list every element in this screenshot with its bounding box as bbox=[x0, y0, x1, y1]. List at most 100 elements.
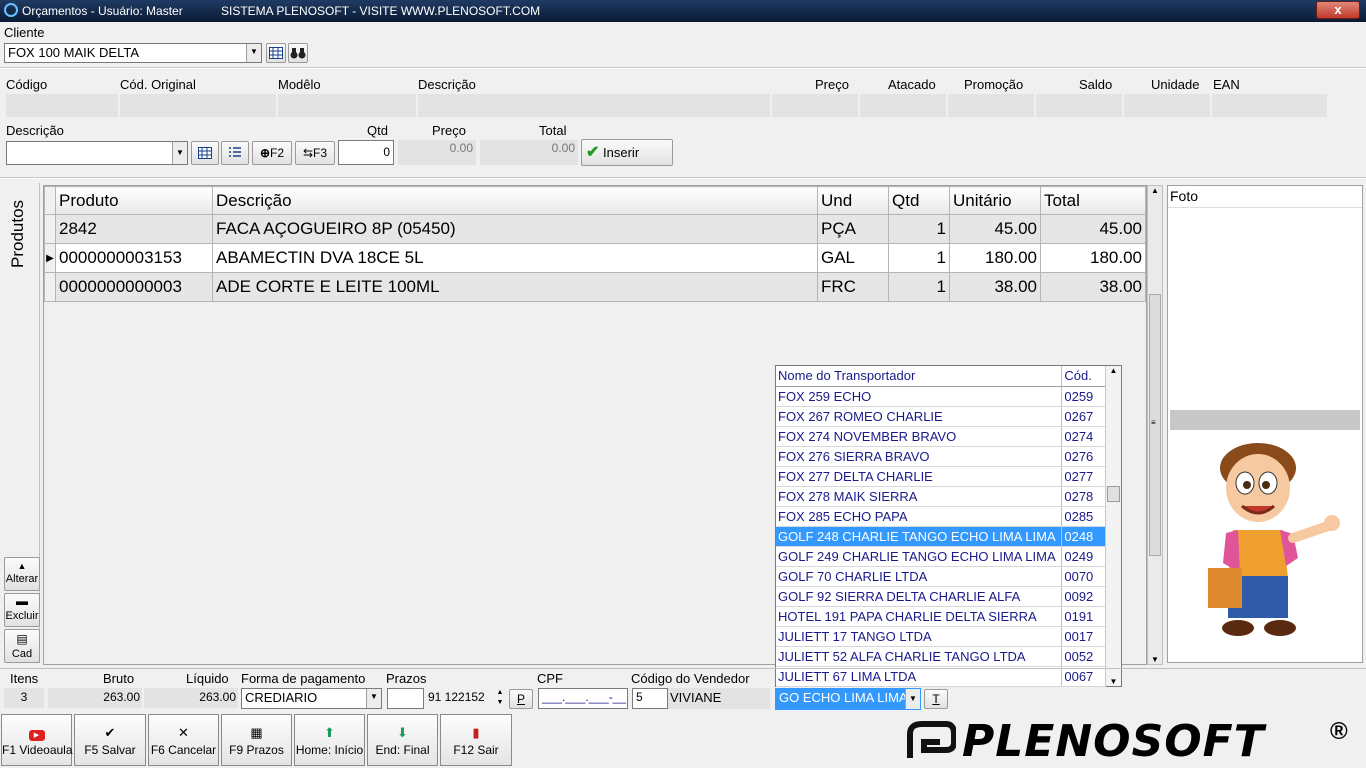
grid-scrollbar[interactable]: ▲ ≡ ▼ bbox=[1147, 185, 1163, 665]
vendedor-code-input[interactable]: 5 bbox=[632, 688, 668, 709]
excluir-button[interactable]: ▬ Excluir bbox=[4, 593, 40, 627]
foto-panel: Foto bbox=[1167, 185, 1363, 663]
field-label-descricao: Descrição bbox=[418, 77, 476, 92]
chevron-down-icon[interactable]: ▼ bbox=[246, 44, 261, 62]
alterar-button[interactable]: ▲ Alterar bbox=[4, 557, 40, 591]
transportador-code: 0278 bbox=[1061, 486, 1106, 507]
col-total[interactable]: Total bbox=[1040, 186, 1146, 215]
prazos-p-button[interactable]: P bbox=[509, 689, 533, 709]
list-item[interactable]: FOX 285 ECHO PAPA 0285 bbox=[776, 506, 1106, 527]
list-item[interactable]: FOX 259 ECHO 0259 bbox=[776, 386, 1106, 407]
app-icon bbox=[4, 3, 18, 17]
prazos-input[interactable] bbox=[387, 688, 424, 709]
list-item[interactable]: FOX 278 MAIK SIERRA 0278 bbox=[776, 486, 1106, 507]
alterar-label: Alterar bbox=[5, 573, 39, 585]
transportador-t-button[interactable]: T bbox=[924, 689, 948, 709]
form-icon: ▤ bbox=[16, 632, 28, 646]
col-und[interactable]: Und bbox=[817, 186, 889, 215]
col-descricao[interactable]: Descrição bbox=[212, 186, 818, 215]
spin-down-icon[interactable]: ▼ bbox=[494, 698, 506, 708]
home-inicio-button[interactable]: ⬆ Home: Início bbox=[294, 714, 365, 766]
list-item[interactable]: JULIETT 17 TANGO LTDA 0017 bbox=[776, 626, 1106, 647]
registered-mark: ® bbox=[1330, 718, 1348, 745]
cliente-search-button[interactable] bbox=[288, 43, 308, 63]
plenosoft-logo: PLENOSOFT ® bbox=[906, 716, 1362, 767]
cliente-list-button[interactable] bbox=[266, 43, 286, 63]
chevron-down-icon[interactable]: ▼ bbox=[366, 689, 381, 708]
list-item[interactable]: FOX 276 SIERRA BRAVO 0276 bbox=[776, 446, 1106, 467]
transportador-code: 0052 bbox=[1061, 646, 1106, 667]
descricao-combo[interactable]: ▼ bbox=[6, 141, 188, 165]
cpf-input[interactable]: ___.___.___-__ bbox=[538, 688, 628, 709]
search-f2-button[interactable]: ⊕F2 bbox=[252, 141, 292, 165]
f1-label: F1 Videoaula bbox=[2, 743, 73, 757]
transportador-name: GOLF 248 CHARLIE TANGO ECHO LIMA LIMA bbox=[776, 526, 1063, 547]
spin-up-icon[interactable]: ▲ bbox=[494, 688, 506, 698]
list-item[interactable]: HOTEL 191 PAPA CHARLIE DELTA SIERRA 0191 bbox=[776, 606, 1106, 627]
chevron-down-icon[interactable]: ▼ bbox=[172, 142, 187, 164]
total-value: 0.00 bbox=[480, 140, 578, 165]
window-banner: SISTEMA PLENOSOFT - VISITE WWW.PLENOSOFT… bbox=[221, 4, 541, 18]
field-cod-original bbox=[120, 94, 276, 117]
list-item[interactable]: GOLF 70 CHARLIE LTDA 0070 bbox=[776, 566, 1106, 587]
inserir-button[interactable]: ✔ Inserir bbox=[581, 139, 673, 166]
scroll-down-icon[interactable]: ▼ bbox=[1148, 655, 1162, 664]
list-item[interactable]: JULIETT 52 ALFA CHARLIE TANGO LTDA 0052 bbox=[776, 646, 1106, 667]
binoculars-icon: ⊕ bbox=[259, 146, 271, 160]
list-item[interactable]: FOX 274 NOVEMBER BRAVO 0274 bbox=[776, 426, 1106, 447]
f12-sair-button[interactable]: ▮ F12 Sair bbox=[440, 714, 512, 766]
table-row[interactable]: ▶ 0000000003153 ABAMECTIN DVA 18CE 5L GA… bbox=[44, 243, 1146, 273]
list-item[interactable]: GOLF 248 CHARLIE TANGO ECHO LIMA LIMA 024… bbox=[776, 526, 1106, 547]
transportador-name: FOX 277 DELTA CHARLIE bbox=[776, 466, 1063, 487]
col-produto[interactable]: Produto bbox=[55, 186, 213, 215]
close-button[interactable]: x bbox=[1316, 1, 1360, 19]
preco-value: 0.00 bbox=[398, 140, 476, 165]
transportador-name: FOX 278 MAIK SIERRA bbox=[776, 486, 1063, 507]
prazos-label: Prazos bbox=[386, 671, 427, 686]
mascot-icon bbox=[1208, 443, 1340, 636]
forma-pagamento-label: Forma de pagamento bbox=[241, 671, 366, 686]
produtos-tab[interactable]: Produtos bbox=[8, 200, 28, 268]
cell-qtd: 1 bbox=[888, 214, 950, 244]
descricao-label: Descrição bbox=[6, 123, 64, 138]
transportador-combo[interactable]: GO ECHO LIMA LIMA ▼ bbox=[775, 688, 921, 710]
col-unitario[interactable]: Unitário bbox=[949, 186, 1041, 215]
product-detail-button[interactable] bbox=[221, 141, 249, 165]
transportador-dropdown[interactable]: Nome do Transportador Cód. FOX 259 ECHO 0… bbox=[775, 365, 1122, 687]
field-ean bbox=[1212, 94, 1327, 117]
field-label-codigo: Código bbox=[6, 77, 48, 92]
cliente-select[interactable]: FOX 100 MAIK DELTA ▼ bbox=[4, 43, 262, 63]
end-final-button[interactable]: ⬇ End: Final bbox=[367, 714, 438, 766]
transportador-name: JULIETT 17 TANGO LTDA bbox=[776, 626, 1063, 647]
f9-prazos-button[interactable]: ▦ F9 Prazos bbox=[221, 714, 292, 766]
f1-videoaula-button[interactable]: ▶ F1 Videoaula bbox=[1, 714, 73, 766]
f6-cancelar-button[interactable]: ✕ F6 Cancelar bbox=[148, 714, 219, 766]
scroll-up-icon[interactable]: ▲ bbox=[1106, 366, 1121, 375]
home-label: Home: Início bbox=[295, 743, 364, 757]
chevron-down-icon[interactable]: ▼ bbox=[905, 689, 920, 709]
table-row[interactable]: 2842 FACA AÇOGUEIRO 8P (05450) PÇA 1 45.… bbox=[44, 214, 1146, 244]
products-table: Produto Descrição Und Qtd Unitário Total… bbox=[44, 186, 1146, 302]
qtd-input[interactable]: 0 bbox=[338, 140, 394, 165]
table-row[interactable]: 0000000000003 ADE CORTE E LEITE 100ML FR… bbox=[44, 272, 1146, 302]
separator bbox=[0, 177, 1366, 179]
field-label-ean: EAN bbox=[1213, 77, 1240, 92]
f5-salvar-button[interactable]: ✔ F5 Salvar bbox=[74, 714, 146, 766]
prazos-spinner[interactable]: ▲ ▼ bbox=[494, 688, 506, 709]
col-qtd[interactable]: Qtd bbox=[888, 186, 950, 215]
list-item[interactable]: FOX 267 ROMEO CHARLIE 0267 bbox=[776, 406, 1106, 427]
list-item[interactable]: FOX 277 DELTA CHARLIE 0277 bbox=[776, 466, 1106, 487]
transportador-name: JULIETT 52 ALFA CHARLIE TANGO LTDA bbox=[776, 646, 1063, 667]
x-icon: ✕ bbox=[178, 725, 189, 740]
forma-pagamento-select[interactable]: CREDIARIO ▼ bbox=[241, 688, 382, 709]
list-item[interactable]: GOLF 92 SIERRA DELTA CHARLIE ALFA 0092 bbox=[776, 586, 1106, 607]
swap-f3-button[interactable]: ⇆F3 bbox=[295, 141, 335, 165]
scroll-thumb[interactable] bbox=[1107, 486, 1120, 502]
transportador-combo-value: GO ECHO LIMA LIMA bbox=[779, 690, 908, 705]
dropdown-scrollbar[interactable]: ▲ ▼ bbox=[1105, 366, 1121, 686]
f9-label: F9 Prazos bbox=[229, 743, 284, 757]
product-list-button[interactable] bbox=[191, 141, 219, 165]
list-item[interactable]: GOLF 249 CHARLIE TANGO ECHO LIMA LIMA 024… bbox=[776, 546, 1106, 567]
cad-button[interactable]: ▤ Cad bbox=[4, 629, 40, 663]
scroll-up-icon[interactable]: ▲ bbox=[1148, 186, 1162, 195]
